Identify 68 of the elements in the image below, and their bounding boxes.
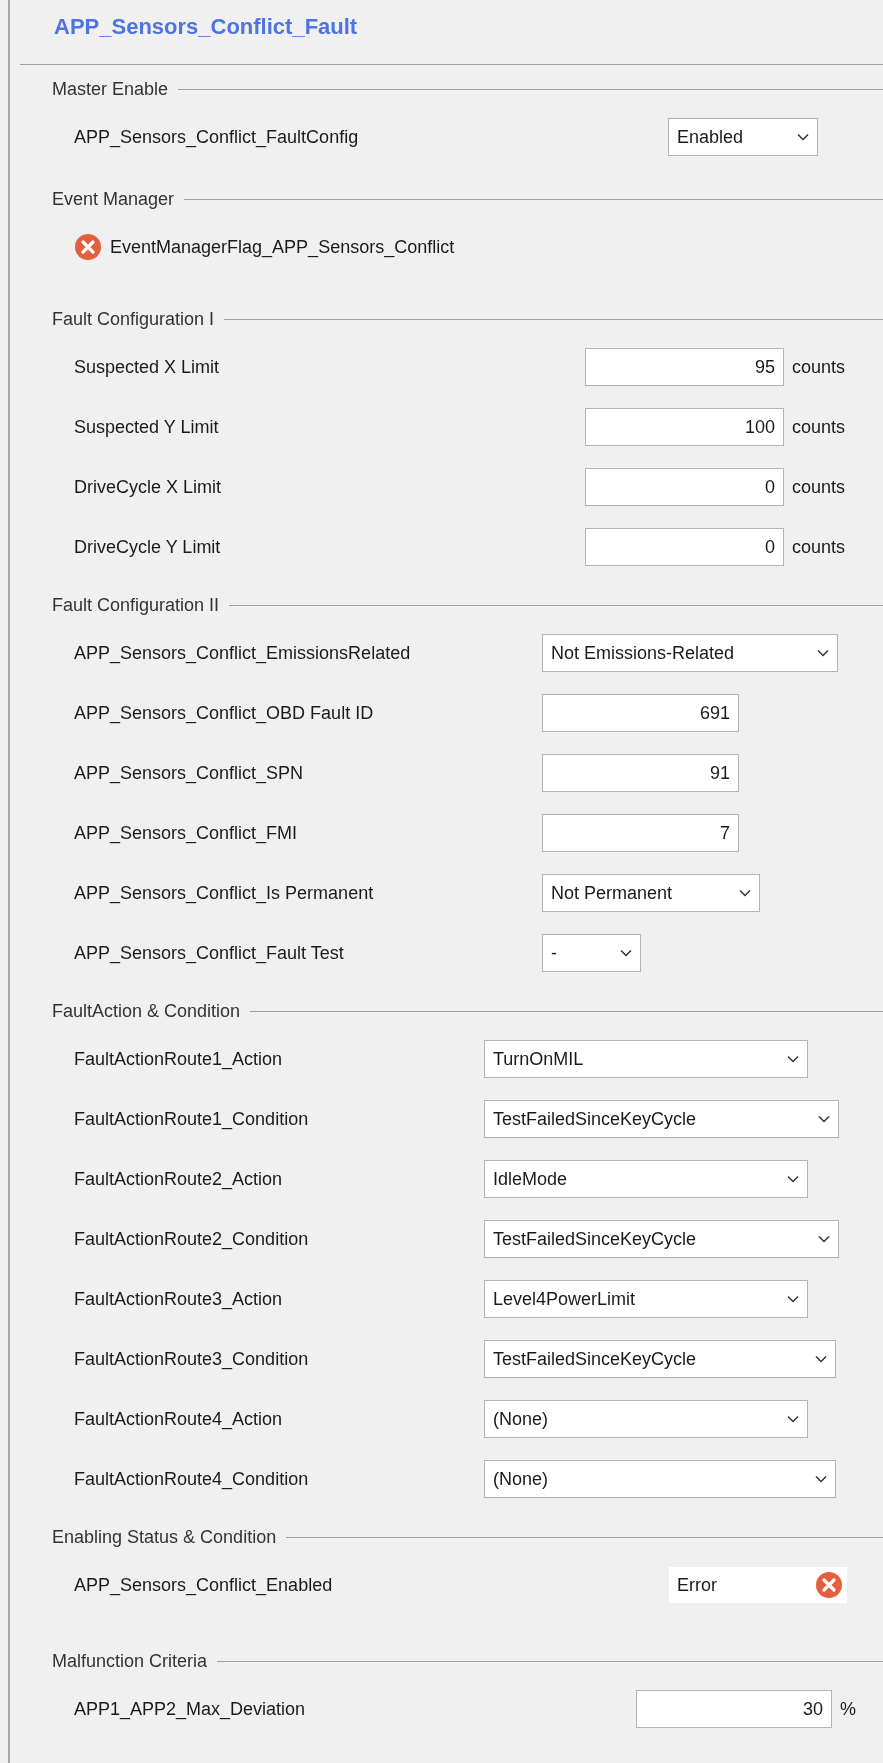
dropdown[interactable]: Level4PowerLimit bbox=[484, 1280, 808, 1318]
unit-label: % bbox=[840, 1698, 856, 1720]
dropdown[interactable]: TestFailedSinceKeyCycle bbox=[484, 1100, 839, 1138]
section-heading: Fault Configuration I bbox=[52, 308, 215, 330]
field-label: FaultActionRoute4_Condition bbox=[74, 1468, 309, 1489]
field-label: Suspected X Limit bbox=[74, 356, 220, 377]
field-label: APP_Sensors_Conflict_SPN bbox=[74, 762, 304, 783]
section-heading: Malfunction Criteria bbox=[52, 1650, 208, 1672]
unit-label: counts bbox=[792, 476, 846, 498]
dropdown[interactable]: - bbox=[542, 934, 641, 972]
chevron-down-icon bbox=[815, 1475, 827, 1483]
field-label: APP_Sensors_Conflict_Fault Test bbox=[74, 942, 344, 963]
section-heading: FaultAction & Condition bbox=[52, 1000, 241, 1022]
number-field[interactable]: 91 bbox=[542, 754, 739, 792]
chevron-down-icon bbox=[817, 649, 829, 657]
field-label: APP_Sensors_Conflict_EmissionsRelated bbox=[74, 642, 411, 663]
field-label: FaultActionRoute3_Condition bbox=[74, 1348, 309, 1369]
number-field[interactable]: 0 bbox=[585, 468, 784, 506]
dropdown[interactable]: TurnOnMIL bbox=[484, 1040, 808, 1078]
chevron-down-icon bbox=[787, 1175, 799, 1183]
number-field[interactable]: 100 bbox=[585, 408, 784, 446]
chevron-down-icon bbox=[818, 1235, 830, 1243]
unit-label: counts bbox=[792, 416, 846, 438]
field-label: DriveCycle Y Limit bbox=[74, 536, 221, 557]
chevron-down-icon bbox=[815, 1355, 827, 1363]
dropdown[interactable]: IdleMode bbox=[484, 1160, 808, 1198]
status-field: Error bbox=[669, 1567, 847, 1603]
chevron-down-icon bbox=[787, 1295, 799, 1303]
field-label: FaultActionRoute4_Action bbox=[74, 1408, 283, 1429]
unit-label: counts bbox=[792, 356, 846, 378]
number-field[interactable]: 0 bbox=[585, 528, 784, 566]
field-label: FaultActionRoute2_Condition bbox=[74, 1228, 309, 1249]
chevron-down-icon bbox=[787, 1415, 799, 1423]
field-label: APP_Sensors_Conflict_FMI bbox=[74, 822, 298, 843]
field-label: APP_Sensors_Conflict_Enabled bbox=[74, 1574, 333, 1595]
chevron-down-icon bbox=[787, 1055, 799, 1063]
page-title: APP_Sensors_Conflict_Fault bbox=[54, 14, 358, 40]
section-heading: Master Enable bbox=[52, 78, 169, 100]
dropdown[interactable]: Not Permanent bbox=[542, 874, 760, 912]
field-label: FaultActionRoute2_Action bbox=[74, 1168, 283, 1189]
field-label: DriveCycle X Limit bbox=[74, 476, 222, 497]
section-heading: Event Manager bbox=[52, 188, 175, 210]
chevron-down-icon bbox=[797, 133, 809, 141]
dropdown[interactable]: (None) bbox=[484, 1400, 808, 1438]
field-label: APP_Sensors_Conflict_Is Permanent bbox=[74, 882, 374, 903]
chevron-down-icon bbox=[620, 949, 632, 957]
dropdown[interactable]: Not Emissions-Related bbox=[542, 634, 838, 672]
section-heading: Enabling Status & Condition bbox=[52, 1526, 277, 1548]
dropdown[interactable]: Enabled bbox=[668, 118, 818, 156]
field-label: FaultActionRoute3_Action bbox=[74, 1288, 283, 1309]
number-field[interactable]: 95 bbox=[585, 348, 784, 386]
field-label: FaultActionRoute1_Action bbox=[74, 1048, 283, 1069]
field-label: APP1_APP2_Max_Deviation bbox=[74, 1698, 306, 1719]
number-field[interactable]: 691 bbox=[542, 694, 739, 732]
dropdown[interactable]: TestFailedSinceKeyCycle bbox=[484, 1340, 836, 1378]
number-field[interactable]: 30 bbox=[636, 1690, 832, 1728]
field-label: APP_Sensors_Conflict_FaultConfig bbox=[74, 126, 359, 147]
chevron-down-icon bbox=[818, 1115, 830, 1123]
field-label: APP_Sensors_Conflict_OBD Fault ID bbox=[74, 702, 374, 723]
dropdown[interactable]: (None) bbox=[484, 1460, 836, 1498]
field-label: FaultActionRoute1_Condition bbox=[74, 1108, 309, 1129]
section-heading: Fault Configuration II bbox=[52, 594, 220, 616]
field-label: Suspected Y Limit bbox=[74, 416, 219, 437]
unit-label: counts bbox=[792, 536, 846, 558]
chevron-down-icon bbox=[739, 889, 751, 897]
number-field[interactable]: 7 bbox=[542, 814, 739, 852]
dropdown[interactable]: TestFailedSinceKeyCycle bbox=[484, 1220, 839, 1258]
flag-label: EventManagerFlag_APP_Sensors_Conflict bbox=[110, 236, 455, 258]
